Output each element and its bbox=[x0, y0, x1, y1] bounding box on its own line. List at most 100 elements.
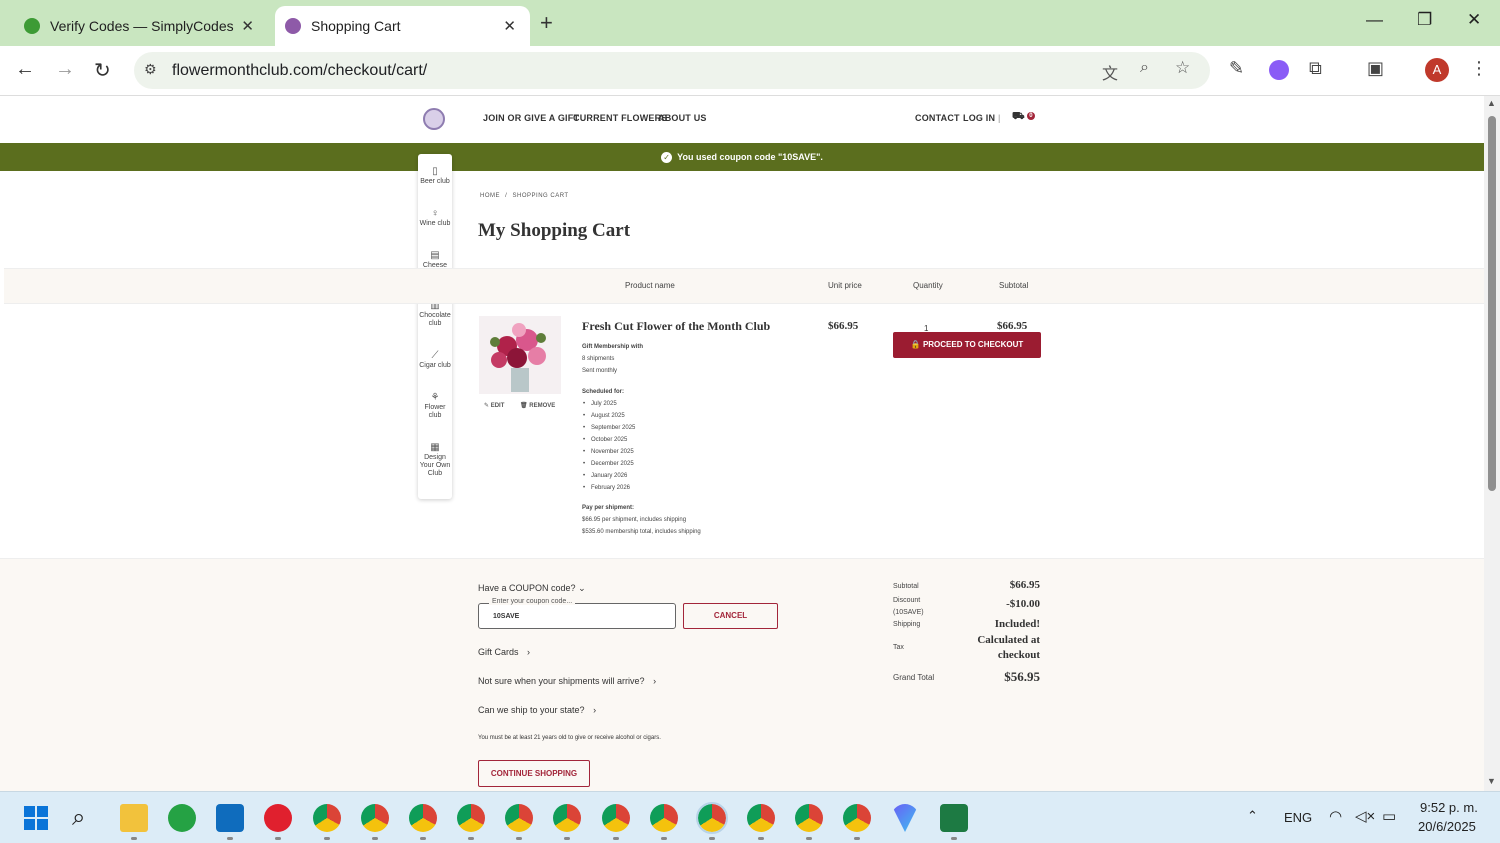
clock-time[interactable]: 9:52 p. m. bbox=[1420, 800, 1478, 815]
trash-icon: 🗑 bbox=[520, 403, 530, 409]
volume-muted-icon[interactable]: ◁× bbox=[1355, 807, 1375, 825]
club-beer[interactable]: ▯ Beer club bbox=[418, 167, 452, 186]
page-scrollbar[interactable]: ▲ ▼ bbox=[1484, 96, 1500, 791]
opera-icon[interactable] bbox=[264, 804, 292, 840]
design-icon: ▦ bbox=[430, 442, 440, 453]
bookmark-star-icon[interactable]: ☆ bbox=[1175, 58, 1190, 78]
club-wine[interactable]: ♀ Wine club bbox=[418, 209, 452, 228]
close-window-icon[interactable]: ✕ bbox=[1467, 10, 1481, 30]
forward-icon[interactable]: → bbox=[55, 58, 75, 81]
product-name[interactable]: Fresh Cut Flower of the Month Club bbox=[582, 319, 770, 334]
edit-item-link[interactable]: ✎ EDIT bbox=[484, 402, 504, 409]
new-tab-icon[interactable]: + bbox=[540, 10, 553, 36]
address-bar[interactable]: ⚙ flowermonthclub.com/checkout/cart/ 文 ⌕… bbox=[134, 52, 1210, 89]
outlook-icon[interactable] bbox=[216, 804, 244, 840]
shipment-arrival-link[interactable]: Not sure when your shipments will arrive… bbox=[478, 676, 656, 686]
clock-date[interactable]: 20/6/2025 bbox=[1418, 819, 1476, 834]
website-viewport: JOIN OR GIVE A GIFT CURRENT FLOWERS ABOU… bbox=[0, 96, 1484, 791]
coupon-toggle[interactable]: Have a COUPON code? ⌄ bbox=[478, 583, 586, 594]
simplycodes-favicon-icon bbox=[24, 18, 40, 34]
chrome-profile-icon[interactable] bbox=[409, 804, 437, 840]
breadcrumb-separator: / bbox=[505, 193, 508, 199]
minimize-icon[interactable]: — bbox=[1366, 10, 1383, 30]
extensions-puzzle-icon[interactable]: ⧉ bbox=[1309, 58, 1322, 79]
tab-simplycodes[interactable]: Verify Codes — SimplyCodes ✕ bbox=[8, 6, 268, 46]
whatsapp-icon[interactable] bbox=[168, 804, 196, 832]
gift-cards-link[interactable]: Gift Cards › bbox=[478, 647, 530, 657]
chrome-profile-icon[interactable] bbox=[602, 804, 630, 840]
chrome-profile-icon[interactable] bbox=[553, 804, 581, 840]
vpn-app-icon[interactable] bbox=[891, 804, 919, 832]
tab-search-icon[interactable]: ▣ bbox=[1367, 58, 1384, 79]
wifi-icon[interactable]: ◠ bbox=[1329, 807, 1342, 825]
chrome-profile-icon[interactable] bbox=[795, 804, 823, 840]
chrome-profile-icon[interactable] bbox=[313, 804, 341, 840]
windows-taskbar: ⌕ ⌃ ENG ◠ ◁× ▭ 9:52 p. m. 20/6/2025 bbox=[0, 791, 1500, 843]
scroll-up-icon[interactable]: ▲ bbox=[1487, 98, 1496, 108]
chrome-profile-icon[interactable] bbox=[747, 804, 775, 840]
club-flower[interactable]: ⚘ Flower club bbox=[418, 393, 452, 420]
url-text[interactable]: flowermonthclub.com/checkout/cart/ bbox=[172, 62, 427, 80]
gift-heading: Gift Membership with bbox=[582, 344, 644, 350]
scroll-down-icon[interactable]: ▼ bbox=[1487, 776, 1496, 786]
chrome-active-profile-icon[interactable] bbox=[696, 802, 728, 840]
nav-login[interactable]: LOG IN bbox=[963, 113, 995, 123]
site-info-icon[interactable]: ⚙ bbox=[144, 61, 157, 78]
reload-icon[interactable]: ↻ bbox=[94, 58, 111, 83]
profile-avatar[interactable]: A bbox=[1425, 58, 1449, 82]
close-tab-icon[interactable]: ✕ bbox=[241, 17, 254, 35]
search-icon[interactable]: ⌕ bbox=[72, 804, 85, 832]
excel-icon[interactable] bbox=[940, 804, 968, 840]
chrome-profile-icon[interactable] bbox=[843, 804, 871, 840]
tray-chevron-up-icon[interactable]: ⌃ bbox=[1247, 808, 1258, 824]
scrollbar-thumb[interactable] bbox=[1488, 116, 1496, 491]
cancel-coupon-button[interactable]: CANCEL bbox=[683, 603, 778, 629]
schedule-item: October 2025 bbox=[583, 437, 627, 443]
breadcrumb-home[interactable]: HOME bbox=[480, 193, 500, 199]
coupon-input[interactable]: Enter your coupon code... 10SAVE bbox=[478, 598, 676, 629]
language-indicator[interactable]: ENG bbox=[1284, 810, 1312, 825]
header-subtotal: Subtotal bbox=[999, 281, 1029, 290]
close-tab-icon[interactable]: ✕ bbox=[503, 17, 516, 35]
club-chocolate[interactable]: ▥ Chocolate club bbox=[418, 301, 452, 328]
nav-current-flowers[interactable]: CURRENT FLOWERS bbox=[573, 113, 668, 123]
nav-about-us[interactable]: ABOUT US bbox=[658, 113, 707, 123]
zoom-icon[interactable]: ⌕ bbox=[1140, 59, 1149, 77]
nav-join-gift[interactable]: JOIN OR GIVE A GIFT bbox=[483, 113, 579, 123]
product-image[interactable] bbox=[479, 316, 561, 394]
tab-title: Verify Codes — SimplyCodes bbox=[50, 18, 234, 34]
club-cigar[interactable]: ⟋ Cigar club bbox=[418, 351, 452, 370]
schedule-item: January 2026 bbox=[583, 473, 627, 479]
ship-state-link[interactable]: Can we ship to your state? › bbox=[478, 705, 596, 715]
file-explorer-icon[interactable] bbox=[120, 804, 148, 840]
shipments-count: 8 shipments bbox=[582, 356, 615, 362]
club-label: Flower club bbox=[424, 404, 446, 419]
lock-icon: 🔒 bbox=[910, 340, 923, 349]
back-icon[interactable]: ← bbox=[15, 58, 35, 81]
site-logo[interactable] bbox=[423, 108, 445, 130]
pay-per-shipment: $66.95 per shipment, includes shipping bbox=[582, 517, 687, 523]
translate-icon[interactable]: 文 bbox=[1102, 60, 1118, 84]
menu-icon[interactable]: ⋮ bbox=[1470, 58, 1488, 79]
chrome-profile-icon[interactable] bbox=[505, 804, 533, 840]
continue-shopping-button[interactable]: CONTINUE SHOPPING bbox=[478, 760, 590, 787]
proceed-to-checkout-button[interactable]: 🔒 PROCEED TO CHECKOUT bbox=[893, 332, 1041, 358]
battery-icon[interactable]: ▭ bbox=[1382, 807, 1396, 825]
extension-icon[interactable] bbox=[1269, 60, 1289, 80]
edit-icon[interactable]: ✎ bbox=[1229, 58, 1244, 79]
club-design-your-own[interactable]: ▦ Design Your Own Club bbox=[418, 442, 452, 478]
windows-start-icon[interactable] bbox=[24, 806, 48, 830]
nav-contact[interactable]: CONTACT bbox=[915, 113, 960, 123]
chrome-profile-icon[interactable] bbox=[457, 804, 485, 840]
cart-icon[interactable]: ⛟ bbox=[1012, 111, 1025, 124]
coupon-input-value[interactable]: 10SAVE bbox=[493, 613, 519, 620]
schedule-item: July 2025 bbox=[583, 401, 617, 407]
summary-shipping-value: Included! bbox=[994, 618, 1040, 630]
chrome-profile-icon[interactable] bbox=[361, 804, 389, 840]
tab-shopping-cart[interactable]: Shopping Cart ✕ bbox=[275, 6, 530, 46]
banner-text: You used coupon code "10SAVE". bbox=[677, 152, 823, 162]
chrome-profile-icon[interactable] bbox=[650, 804, 678, 840]
summary-discount-label: Discount (10SAVE) bbox=[893, 597, 924, 616]
restore-icon[interactable]: ❐ bbox=[1417, 10, 1432, 30]
remove-item-link[interactable]: 🗑 REMOVE bbox=[520, 402, 555, 409]
